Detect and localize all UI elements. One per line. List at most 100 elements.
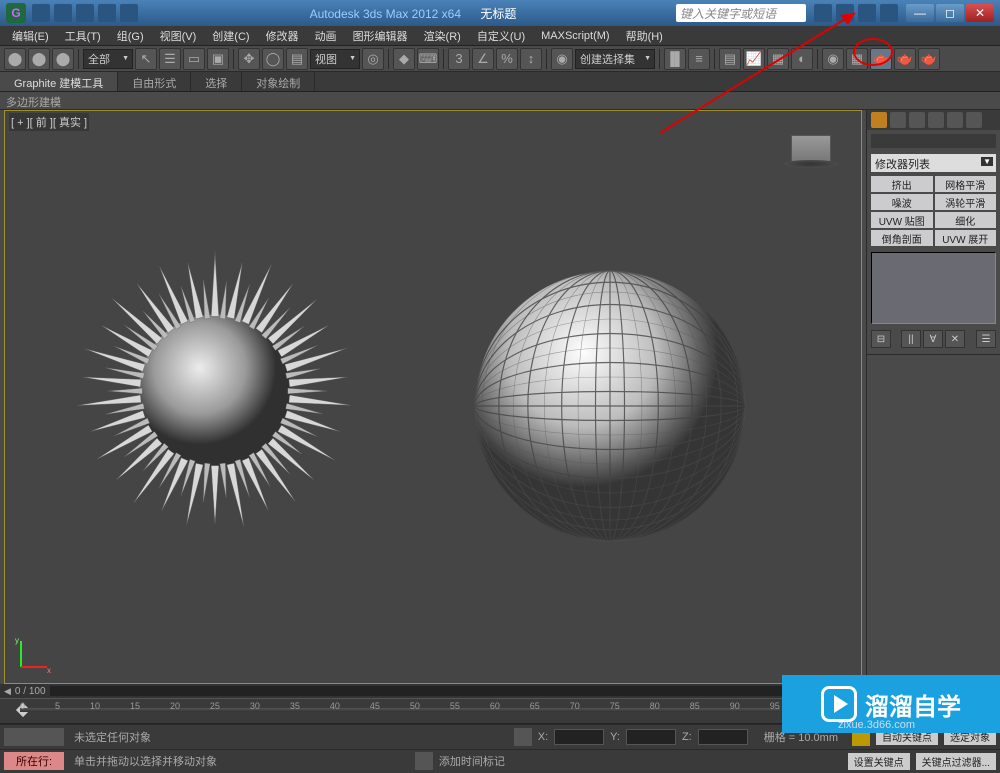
move-icon[interactable]: ✥: [238, 48, 260, 70]
render-frame-icon[interactable]: ▦: [846, 48, 868, 70]
menu-animation[interactable]: 动画: [307, 26, 345, 46]
ribbon-tab-graphite[interactable]: Graphite 建模工具: [0, 72, 118, 91]
percent-snap-icon[interactable]: %: [496, 48, 518, 70]
mod-extrude[interactable]: 挤出: [871, 176, 933, 192]
qat-open-icon[interactable]: [54, 4, 72, 22]
mod-uvwunwrap[interactable]: UVW 展开: [935, 230, 997, 246]
refcoord-dropdown[interactable]: 视图: [310, 49, 360, 69]
viewport-label[interactable]: [ + ][ 前 ][ 真实 ]: [9, 113, 89, 131]
angle-snap-icon[interactable]: ∠: [472, 48, 494, 70]
mod-tessellate[interactable]: 细化: [935, 212, 997, 228]
manipulate-icon[interactable]: ◆: [393, 48, 415, 70]
menu-rendering[interactable]: 渲染(R): [416, 26, 469, 46]
material-editor-icon[interactable]: ◐: [791, 48, 813, 70]
select-region-icon[interactable]: ▭: [183, 48, 205, 70]
configure-sets-icon[interactable]: ☰: [976, 330, 996, 348]
tab-hierarchy-icon[interactable]: [909, 112, 925, 128]
pin-stack-icon[interactable]: ⊟: [871, 330, 891, 348]
bind-icon[interactable]: ⬤: [52, 48, 74, 70]
maximize-button[interactable]: ◻: [936, 4, 964, 22]
select-name-icon[interactable]: ☰: [159, 48, 181, 70]
tab-modify-icon[interactable]: [890, 112, 906, 128]
viewcube[interactable]: [791, 135, 831, 163]
mirror-icon[interactable]: ▐▌: [664, 48, 686, 70]
axis-gizmo[interactable]: y x: [13, 635, 53, 675]
layers-icon[interactable]: ▤: [719, 48, 741, 70]
modifier-stack[interactable]: [871, 252, 996, 324]
render-icon[interactable]: 🫖: [870, 48, 892, 70]
add-time-tag[interactable]: 添加时间标记: [439, 753, 505, 769]
menu-create[interactable]: 创建(C): [204, 26, 257, 46]
tab-create-icon[interactable]: [871, 112, 887, 128]
star-icon[interactable]: [858, 4, 876, 22]
rotate-icon[interactable]: ◯: [262, 48, 284, 70]
window-crossing-icon[interactable]: ▣: [207, 48, 229, 70]
maxscript-mini-toggle[interactable]: [4, 728, 64, 746]
scale-icon[interactable]: ▤: [286, 48, 308, 70]
link-icon[interactable]: ⬤: [4, 48, 26, 70]
unlink-icon[interactable]: ⬤: [28, 48, 50, 70]
spinner-snap-icon[interactable]: ↕: [520, 48, 542, 70]
render-last-icon[interactable]: 🫖: [894, 48, 916, 70]
mod-turbosmooth[interactable]: 涡轮平滑: [935, 194, 997, 210]
mod-meshsmooth[interactable]: 网格平滑: [935, 176, 997, 192]
setkey-button[interactable]: 设置关键点: [848, 753, 910, 770]
menu-edit[interactable]: 编辑(E): [4, 26, 57, 46]
help-icon[interactable]: [880, 4, 898, 22]
tab-utilities-icon[interactable]: [966, 112, 982, 128]
object-color-swatch[interactable]: [871, 134, 996, 148]
schematic-icon[interactable]: ▦: [767, 48, 789, 70]
menu-modifiers[interactable]: 修改器: [258, 26, 307, 46]
infocenter-icon[interactable]: [836, 4, 854, 22]
tab-display-icon[interactable]: [947, 112, 963, 128]
ribbon-tab-objectpaint[interactable]: 对象绘制: [242, 72, 315, 91]
editnamed-icon[interactable]: ◉: [551, 48, 573, 70]
menu-group[interactable]: 组(G): [109, 26, 152, 46]
coord-y-input[interactable]: [626, 729, 676, 745]
menu-tools[interactable]: 工具(T): [57, 26, 109, 46]
select-icon[interactable]: ↖: [135, 48, 157, 70]
curve-editor-icon[interactable]: 📈: [743, 48, 765, 70]
app-logo[interactable]: G: [6, 3, 26, 23]
ribbon-tab-selection[interactable]: 选择: [191, 72, 242, 91]
key-filter-button[interactable]: 关键点过滤器...: [916, 753, 996, 770]
selection-lock-icon[interactable]: [514, 728, 532, 746]
pivot-icon[interactable]: ◎: [362, 48, 384, 70]
qat-save-icon[interactable]: [76, 4, 94, 22]
coord-z-input[interactable]: [698, 729, 748, 745]
make-unique-icon[interactable]: ∀: [923, 330, 943, 348]
modifier-list-dropdown[interactable]: 修改器列表: [871, 154, 996, 172]
snap-icon[interactable]: 3: [448, 48, 470, 70]
minimize-button[interactable]: —: [906, 4, 934, 22]
menu-help[interactable]: 帮助(H): [618, 26, 671, 46]
mod-bevelprofile[interactable]: 倒角剖面: [871, 230, 933, 246]
keyboard-icon[interactable]: ⌨: [417, 48, 439, 70]
search-icon[interactable]: [814, 4, 832, 22]
align-icon[interactable]: ≡: [688, 48, 710, 70]
selection-filter-dropdown[interactable]: 全部: [83, 49, 133, 69]
ribbon-tab-freeform[interactable]: 自由形式: [118, 72, 191, 91]
close-button[interactable]: ✕: [966, 4, 994, 22]
show-end-result-icon[interactable]: ||: [901, 330, 921, 348]
mod-noise[interactable]: 噪波: [871, 194, 933, 210]
render-setup-icon[interactable]: ◉: [822, 48, 844, 70]
tab-motion-icon[interactable]: [928, 112, 944, 128]
menu-views[interactable]: 视图(V): [152, 26, 205, 46]
remove-modifier-icon[interactable]: ✕: [945, 330, 965, 348]
qat-redo-icon[interactable]: [120, 4, 138, 22]
mod-uvwmap[interactable]: UVW 贴图: [871, 212, 933, 228]
spiky-sphere-object[interactable]: [75, 251, 355, 531]
teapot-icon[interactable]: 🫖: [918, 48, 940, 70]
modifier-buttons: 挤出 网格平滑 噪波 涡轮平滑 UVW 贴图 细化 倒角剖面 UVW 展开: [867, 174, 1000, 248]
viewport[interactable]: [ + ][ 前 ][ 真实 ]: [4, 110, 862, 684]
help-search-input[interactable]: 键入关键字或短语: [676, 4, 806, 22]
time-tag-icon[interactable]: [415, 752, 433, 770]
menu-grapheditors[interactable]: 图形编辑器: [345, 26, 416, 46]
qat-new-icon[interactable]: [32, 4, 50, 22]
named-selset-dropdown[interactable]: 创建选择集: [575, 49, 655, 69]
menu-maxscript[interactable]: MAXScript(M): [533, 28, 617, 44]
coord-x-input[interactable]: [554, 729, 604, 745]
tiled-sphere-object[interactable]: [465, 261, 755, 551]
qat-undo-icon[interactable]: [98, 4, 116, 22]
menu-customize[interactable]: 自定义(U): [469, 26, 533, 46]
